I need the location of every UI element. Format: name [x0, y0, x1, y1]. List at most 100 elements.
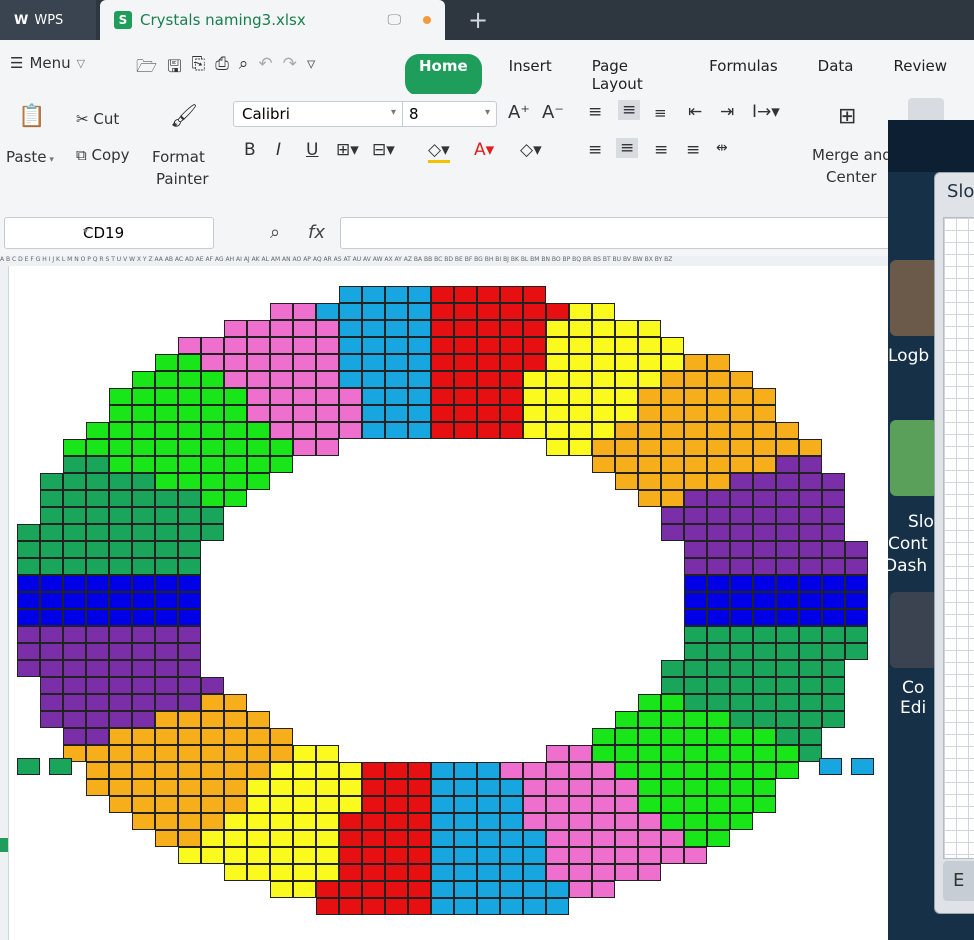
- colored-cell[interactable]: [293, 762, 316, 779]
- colored-cell[interactable]: [500, 881, 523, 898]
- colored-cell[interactable]: [592, 745, 615, 762]
- colored-cell[interactable]: [86, 660, 109, 677]
- colored-cell[interactable]: [592, 320, 615, 337]
- colored-cell[interactable]: [316, 320, 339, 337]
- colored-cell[interactable]: [316, 388, 339, 405]
- colored-cell[interactable]: [615, 728, 638, 745]
- colored-cell[interactable]: [17, 524, 40, 541]
- colored-cell[interactable]: [132, 796, 155, 813]
- colored-cell[interactable]: [500, 813, 523, 830]
- colored-cell[interactable]: [661, 779, 684, 796]
- colored-cell[interactable]: [500, 388, 523, 405]
- colored-cell[interactable]: [684, 745, 707, 762]
- colored-cell[interactable]: [776, 592, 799, 609]
- colored-cell[interactable]: [684, 388, 707, 405]
- colored-cell[interactable]: [730, 796, 753, 813]
- colored-cell[interactable]: [753, 422, 776, 439]
- colored-cell[interactable]: [454, 881, 477, 898]
- colored-cell[interactable]: [500, 303, 523, 320]
- colored-cell[interactable]: [201, 796, 224, 813]
- colored-cell[interactable]: [17, 592, 40, 609]
- colored-cell[interactable]: [822, 592, 845, 609]
- colored-cell[interactable]: [224, 813, 247, 830]
- colored-cell[interactable]: [546, 320, 569, 337]
- colored-cell[interactable]: [293, 422, 316, 439]
- align-top-icon[interactable]: ≡: [588, 102, 602, 122]
- colored-cell[interactable]: [339, 303, 362, 320]
- colored-cell[interactable]: [431, 320, 454, 337]
- colored-cell[interactable]: [408, 388, 431, 405]
- colored-cell[interactable]: [592, 728, 615, 745]
- colored-cell[interactable]: [408, 881, 431, 898]
- colored-cell[interactable]: [546, 779, 569, 796]
- colored-cell[interactable]: [776, 694, 799, 711]
- colored-cell[interactable]: [316, 303, 339, 320]
- colored-cell[interactable]: [362, 847, 385, 864]
- colored-cell[interactable]: [155, 507, 178, 524]
- row-headers[interactable]: [0, 266, 9, 940]
- colored-cell[interactable]: [707, 711, 730, 728]
- colored-cell[interactable]: [316, 796, 339, 813]
- colored-cell[interactable]: [270, 830, 293, 847]
- tab-page-layout[interactable]: Page Layout: [579, 54, 682, 96]
- colored-cell[interactable]: [270, 762, 293, 779]
- colored-cell[interactable]: [63, 490, 86, 507]
- colored-cell[interactable]: [592, 847, 615, 864]
- colored-cell[interactable]: [730, 507, 753, 524]
- colored-cell[interactable]: [753, 388, 776, 405]
- colored-cell[interactable]: [638, 813, 661, 830]
- colored-cell[interactable]: [109, 694, 132, 711]
- colored-cell[interactable]: [615, 762, 638, 779]
- colored-cell[interactable]: [316, 439, 339, 456]
- colored-cell[interactable]: [247, 745, 270, 762]
- colored-cell[interactable]: [247, 473, 270, 490]
- colored-cell[interactable]: [684, 592, 707, 609]
- colored-cell[interactable]: [86, 643, 109, 660]
- colored-cell[interactable]: [638, 728, 661, 745]
- colored-cell[interactable]: [316, 762, 339, 779]
- colored-cell[interactable]: [63, 507, 86, 524]
- colored-cell[interactable]: [569, 779, 592, 796]
- colored-cell[interactable]: [224, 320, 247, 337]
- colored-cell[interactable]: [408, 405, 431, 422]
- colored-cell[interactable]: [385, 864, 408, 881]
- colored-cell[interactable]: [201, 507, 224, 524]
- colored-cell[interactable]: [155, 490, 178, 507]
- colored-cell[interactable]: [431, 779, 454, 796]
- colored-cell[interactable]: [592, 337, 615, 354]
- colored-cell[interactable]: [454, 779, 477, 796]
- colored-cell[interactable]: [109, 507, 132, 524]
- colored-cell[interactable]: [224, 439, 247, 456]
- colored-cell[interactable]: [109, 609, 132, 626]
- colored-cell[interactable]: [592, 371, 615, 388]
- colored-cell[interactable]: [776, 473, 799, 490]
- colored-cell[interactable]: [178, 830, 201, 847]
- colored-cell[interactable]: [569, 303, 592, 320]
- function-icon[interactable]: fx: [308, 222, 325, 243]
- colored-cell[interactable]: [132, 643, 155, 660]
- colored-cell[interactable]: [201, 524, 224, 541]
- colored-cell[interactable]: [523, 303, 546, 320]
- colored-cell[interactable]: [500, 779, 523, 796]
- colored-cell[interactable]: [569, 354, 592, 371]
- colored-cell[interactable]: [201, 422, 224, 439]
- name-box[interactable]: CD19 ▾: [4, 217, 214, 249]
- colored-cell[interactable]: [638, 796, 661, 813]
- colored-cell[interactable]: [776, 745, 799, 762]
- colored-cell[interactable]: [569, 422, 592, 439]
- colored-cell[interactable]: [431, 813, 454, 830]
- colored-cell[interactable]: [822, 711, 845, 728]
- text-direction-icon[interactable]: I→▾: [752, 102, 780, 122]
- menu-button[interactable]: ☰ Menu ▽: [10, 54, 85, 72]
- colored-cell[interactable]: [776, 541, 799, 558]
- customize-icon[interactable]: ▿: [307, 54, 316, 83]
- colored-cell[interactable]: [776, 626, 799, 643]
- colored-cell[interactable]: [316, 354, 339, 371]
- colored-cell[interactable]: [615, 456, 638, 473]
- colored-cell[interactable]: [684, 779, 707, 796]
- colored-cell[interactable]: [753, 643, 776, 660]
- colored-cell[interactable]: [684, 422, 707, 439]
- colored-cell[interactable]: [362, 286, 385, 303]
- slider-app-icon[interactable]: [890, 420, 938, 496]
- colored-cell[interactable]: [224, 762, 247, 779]
